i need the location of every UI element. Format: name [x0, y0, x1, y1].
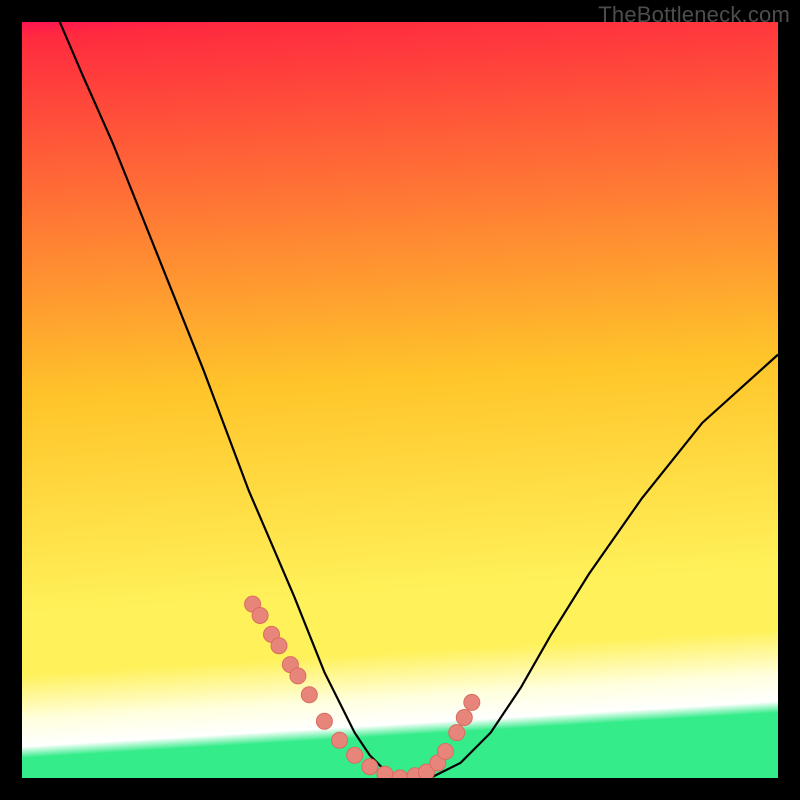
curve-marker: [301, 687, 317, 703]
watermark-text: TheBottleneck.com: [598, 2, 790, 28]
curve-marker: [449, 725, 465, 741]
curve-marker: [464, 694, 480, 710]
curve-marker: [290, 668, 306, 684]
curve-marker: [362, 759, 378, 775]
curve-marker: [437, 744, 453, 760]
curve-marker: [252, 608, 268, 624]
curve-marker: [316, 713, 332, 729]
curve-marker: [332, 732, 348, 748]
gradient-background: [22, 22, 778, 778]
bottleneck-chart: [22, 22, 778, 778]
curve-marker: [456, 710, 472, 726]
curve-marker: [271, 638, 287, 654]
curve-marker: [347, 747, 363, 763]
curve-marker: [377, 766, 393, 778]
chart-frame: [22, 22, 778, 778]
